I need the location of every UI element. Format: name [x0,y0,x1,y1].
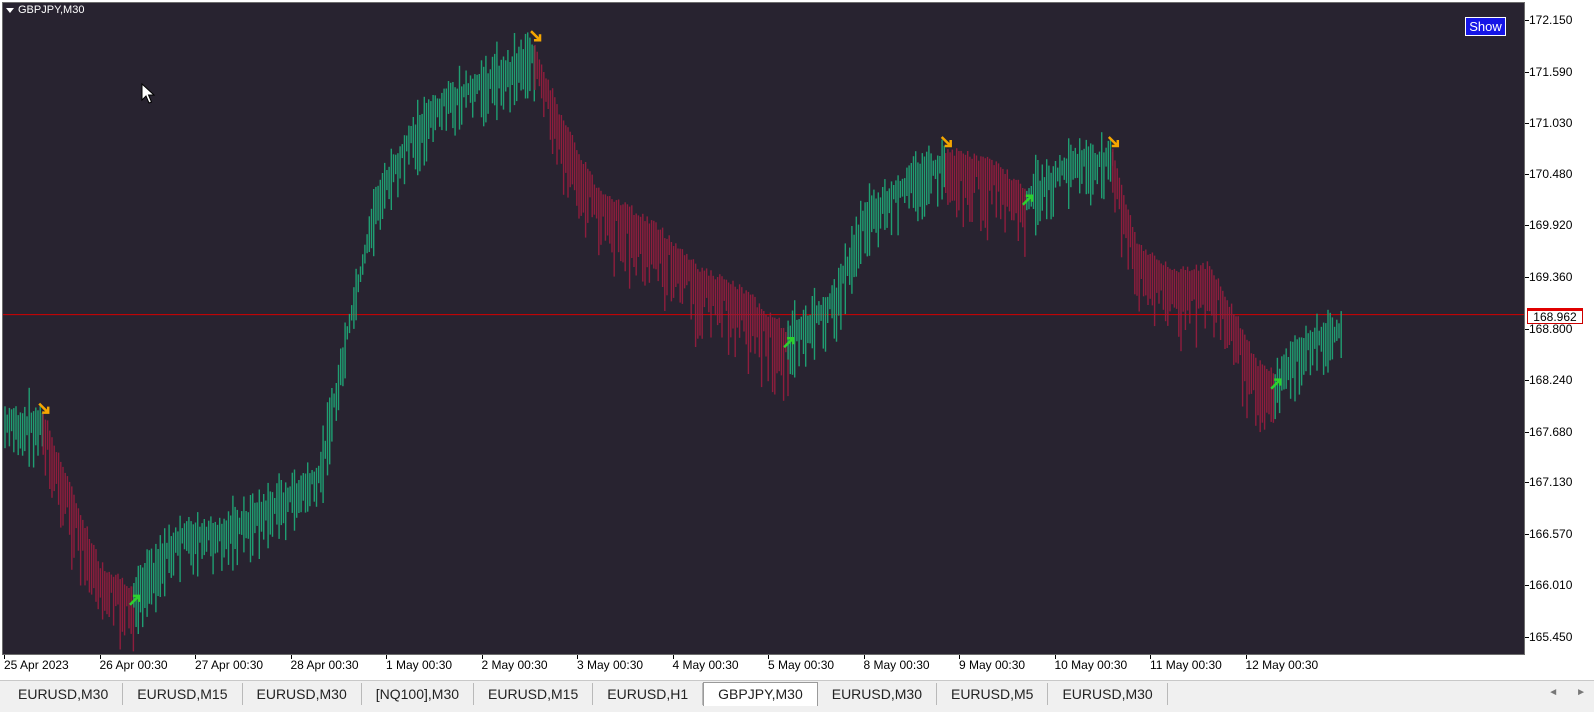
price-tick-label: 172.150 [1529,13,1573,28]
price-tick-label: 170.480 [1529,166,1573,181]
time-tick-label: 27 Apr 00:30 [195,658,264,672]
chart-window[interactable]: GBPJPY,M30 Show 172.150 171.590 171.030 170… [0,0,1594,680]
time-axis: 25 Apr 2023 26 Apr 00:30 27 Apr 00:30 28 Ap… [0,655,1525,680]
time-tick-label: 2 May 00:30 [481,658,548,672]
chart-tab[interactable]: EURUSD,M30 [4,683,124,705]
chart-tab[interactable]: EURUSD,M15 [474,683,594,705]
trend-segment-up [4,387,44,468]
trend-segment-up [787,139,945,378]
time-tick-label: 10 May 00:30 [1054,658,1128,672]
chevron-left-icon[interactable]: ◄ [1548,687,1558,698]
price-tick-label: 169.920 [1529,218,1573,233]
time-tick-label: 11 May 00:30 [1150,658,1222,672]
symbol-text: GBPJPY,M30 [18,4,85,16]
time-tick-label: 8 May 00:30 [863,658,930,672]
price-tick-label: 166.570 [1529,526,1573,541]
price-tick-label: 168.240 [1529,373,1573,387]
price-tick-label: 167.130 [1529,475,1573,490]
time-tick-label: 4 May 00:30 [672,658,739,672]
price-chart[interactable] [3,3,1525,655]
price-axis: 172.150 171.590 171.030 170.480 169.920 169.3… [1525,0,1594,660]
chart-tab[interactable]: GBPJPY,M30 [703,682,818,706]
chart-tab[interactable]: EURUSD,M5 [937,683,1049,705]
price-tick-label: 165.450 [1529,629,1573,644]
chart-tab[interactable]: EURUSD,M30 [818,683,937,705]
trend-segment-up [1274,309,1342,420]
arrow-down-right-icon [530,30,542,42]
tab-row: EURUSD,M30 EURUSD,M15 EURUSD,M30 [NQ100],M3… [4,682,1168,707]
time-tick-label: 3 May 00:30 [577,658,644,672]
time-tick-label: 9 May 00:30 [959,658,1026,672]
trend-segment-down [945,148,1026,257]
trend-segment-up [133,32,535,634]
chevron-right-icon[interactable]: ► [1576,687,1586,698]
time-tick-label: 1 May 00:30 [386,658,453,672]
symbol-label[interactable]: GBPJPY,M30 [6,4,84,16]
current-price-label: 168.962 [1527,307,1583,324]
chart-tab-bar: EURUSD,M30 EURUSD,M15 EURUSD,M30 [NQ100],M3… [0,680,1594,712]
time-tick-label: 12 May 00:30 [1245,658,1319,672]
chart-tab[interactable]: EURUSD,M30 [243,683,362,705]
price-tick-label: 171.030 [1529,116,1573,131]
show-button[interactable]: Show [1465,17,1506,36]
price-tick-label: 169.360 [1529,269,1573,284]
chart-tab[interactable]: [NQ100],M30 [362,683,475,705]
chart-tab[interactable]: EURUSD,M30 [1048,683,1168,705]
trend-segment-down [42,413,135,652]
mouse-pointer-icon [141,83,155,104]
chart-tab[interactable]: EURUSD,M15 [123,683,243,705]
price-tick-label: 171.590 [1529,64,1573,79]
triangle-down-icon[interactable] [6,7,14,13]
price-tick-label: 168.800 [1529,321,1573,336]
time-tick-label: 5 May 00:30 [768,658,835,672]
trend-segment-down [1112,148,1275,433]
price-tick-label: 166.010 [1529,578,1573,593]
tab-scroll: ◄ ► [1548,687,1586,698]
time-tick-label: 25 Apr 2023 [4,658,69,672]
chart-tab[interactable]: EURUSD,H1 [593,683,704,705]
trend-segment-up [1026,132,1114,236]
chart-plot-area[interactable] [2,2,1525,655]
price-tick-label: 167.680 [1529,424,1573,439]
time-tick-label: 26 Apr 00:30 [99,658,168,672]
trend-segment-down [534,44,789,401]
time-tick-label: 28 Apr 00:30 [290,658,359,672]
arrow-down-right-icon [940,136,952,148]
